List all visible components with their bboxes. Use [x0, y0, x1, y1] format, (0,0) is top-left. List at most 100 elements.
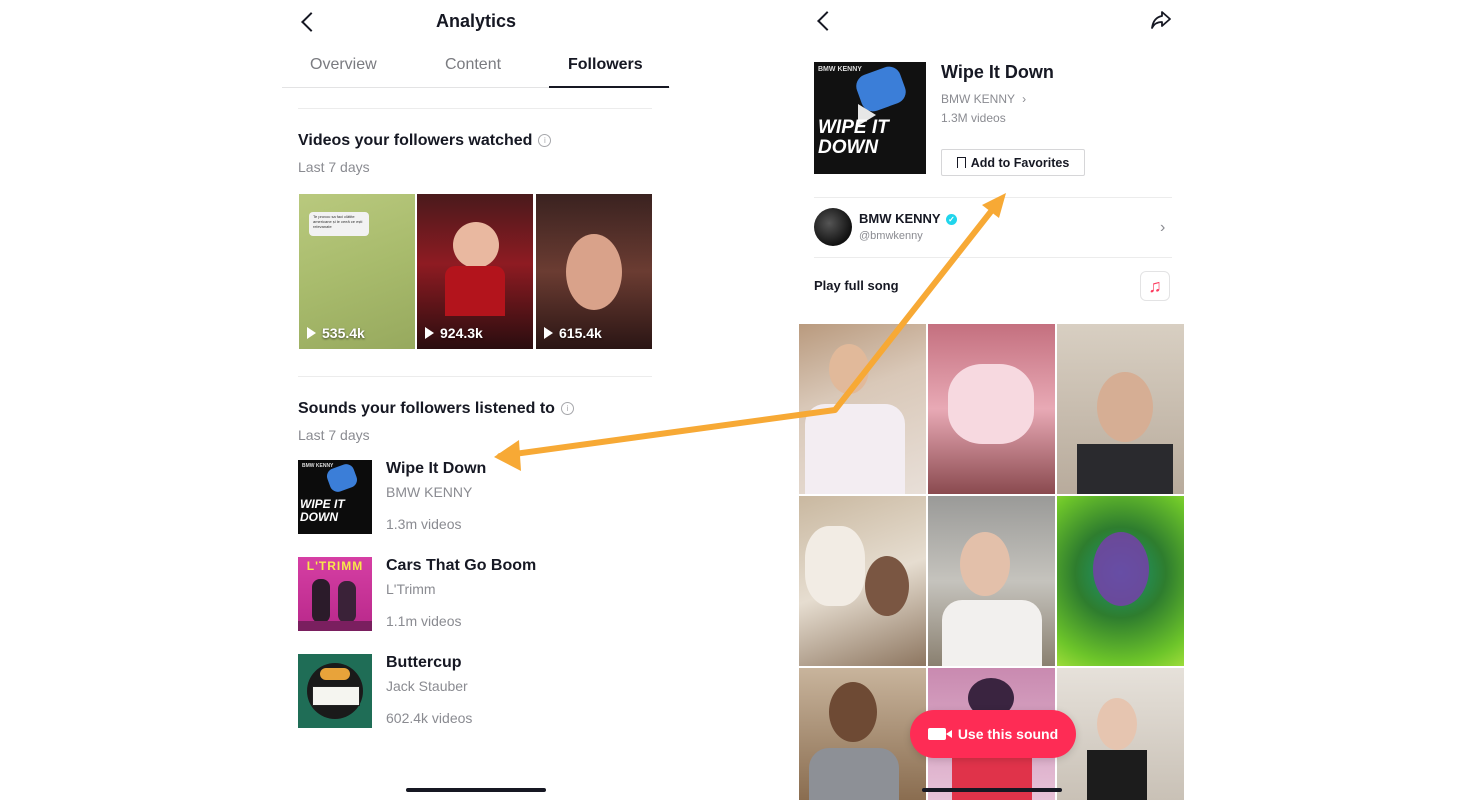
use-sound-label: Use this sound: [957, 726, 1059, 742]
record-label-shape: [320, 668, 350, 680]
sound-artist[interactable]: BMW KENNY ›: [941, 92, 1026, 106]
videos-section-subtitle: Last 7 days: [298, 159, 370, 175]
video-thumbnail[interactable]: 615.4k: [536, 194, 652, 349]
view-count: 535.4k: [322, 325, 365, 341]
sound-list-item[interactable]: Buttercup Jack Stauber 602.4k videos: [298, 654, 658, 730]
sound-artist: L'Trimm: [386, 581, 436, 597]
clothing-shape: [1077, 444, 1173, 494]
sound-video-count: 602.4k videos: [386, 710, 473, 726]
sound-title: Wipe It Down: [386, 460, 487, 477]
sound-title: Buttercup: [386, 654, 462, 671]
video-grid-item[interactable]: [1057, 324, 1184, 494]
sound-cover: BMW KENNY WIPE IT DOWN: [298, 460, 372, 534]
play-icon[interactable]: [858, 104, 876, 126]
sound-artist-text: BMW KENNY: [941, 92, 1015, 106]
sound-artist: Jack Stauber: [386, 678, 468, 694]
home-indicator: [406, 788, 546, 792]
favorite-label: Add to Favorites: [970, 155, 1070, 170]
clothing-shape: [809, 748, 899, 800]
blur-shape: [805, 526, 865, 606]
face-shape: [829, 682, 877, 742]
verified-badge-icon: ✓: [946, 214, 957, 226]
sound-video-count: 1.1m videos: [386, 613, 462, 629]
video-views: 535.4k: [307, 325, 365, 341]
creator-name-text: BMW KENNY: [859, 211, 941, 226]
creator-name[interactable]: BMW KENNY ✓: [859, 211, 957, 226]
camera-icon: [927, 728, 952, 740]
sound-title: Wipe It Down: [941, 62, 1054, 82]
use-this-sound-button[interactable]: Use this sound: [910, 710, 1076, 758]
sound-artist: BMW KENNY: [386, 484, 473, 500]
sound-title: Cars That Go Boom: [386, 557, 537, 574]
divider: [814, 257, 1172, 258]
clothing-shape: [952, 758, 1032, 800]
tab-followers[interactable]: Followers: [568, 56, 643, 74]
face-shape: [1093, 532, 1149, 606]
videos-section-title: Videos your followers watched i: [298, 132, 552, 150]
cover-label: BMW KENNY: [302, 463, 334, 469]
sound-detail-screen: BMW KENNY WIPE IT DOWN Wipe It Down BMW …: [798, 0, 1188, 800]
section-divider: [298, 108, 652, 109]
section-divider: [298, 376, 652, 377]
keyboard-icon: [312, 686, 360, 706]
video-grid-item[interactable]: [928, 324, 1055, 494]
blur-shape: [948, 364, 1034, 444]
album-art: BMW KENNY WIPE IT DOWN: [814, 62, 926, 174]
info-icon[interactable]: i: [538, 134, 552, 148]
home-indicator: [922, 788, 1062, 792]
info-icon[interactable]: i: [560, 402, 574, 416]
face-shape: [865, 556, 909, 616]
sounds-section-subtitle: Last 7 days: [298, 427, 370, 443]
video-views: 924.3k: [425, 325, 483, 341]
video-grid-item[interactable]: [799, 496, 926, 666]
chevron-right-icon[interactable]: ›: [1160, 219, 1165, 237]
bookmark-icon: [956, 157, 966, 168]
back-chevron-icon[interactable]: [817, 11, 837, 31]
video-grid-item[interactable]: [1057, 668, 1184, 800]
annotation-arrow: [494, 193, 1006, 471]
hoodie-shape: [445, 266, 505, 316]
view-count: 924.3k: [440, 325, 483, 341]
video-grid-item[interactable]: [1057, 496, 1184, 666]
video-caption: Te provoc sa faci clätite americane și l…: [309, 212, 369, 236]
video-grid-item[interactable]: [799, 324, 926, 494]
avatar[interactable]: [814, 208, 852, 246]
video-thumbnail[interactable]: 924.3k: [417, 194, 533, 349]
sounds-section-title-text: Sounds your followers listened to: [298, 400, 555, 417]
clothing-shape: [1087, 750, 1147, 800]
clothing-shape: [805, 404, 905, 494]
figure-shape: [338, 581, 356, 623]
cover-strip: [298, 621, 372, 631]
active-tab-indicator: [549, 86, 669, 88]
tab-overview[interactable]: Overview: [310, 56, 377, 74]
face-shape: [960, 532, 1010, 596]
video-grid-item[interactable]: [799, 668, 926, 800]
face-shape: [566, 234, 622, 310]
divider: [814, 197, 1172, 198]
videos-section-title-text: Videos your followers watched: [298, 132, 533, 149]
sound-video-count: 1.3m videos: [386, 516, 462, 532]
sound-cover: [298, 654, 372, 728]
creator-handle: @bmwkenny: [859, 230, 923, 242]
play-full-song-label[interactable]: Play full song: [814, 278, 899, 293]
add-to-favorites-button[interactable]: Add to Favorites: [941, 149, 1085, 176]
sounds-section-title: Sounds your followers listened to i: [298, 400, 574, 418]
sound-list-item[interactable]: BMW KENNY WIPE IT DOWN Wipe It Down BMW …: [298, 460, 658, 536]
play-icon: [307, 327, 316, 339]
cover-label: L'TRIMM: [306, 559, 364, 573]
face-shape: [453, 222, 499, 268]
share-icon[interactable]: [1150, 10, 1172, 30]
sound-list-item[interactable]: L'TRIMM Cars That Go Boom L'Trimm 1.1m v…: [298, 557, 658, 633]
tab-content[interactable]: Content: [445, 56, 501, 74]
video-views: 615.4k: [544, 325, 602, 341]
play-icon: [425, 327, 434, 339]
view-count: 615.4k: [559, 325, 602, 341]
sound-cover: L'TRIMM: [298, 557, 372, 631]
video-grid-item[interactable]: [928, 496, 1055, 666]
page-title: Analytics: [435, 11, 517, 31]
analytics-screen: Analytics Overview Content Followers Vid…: [280, 0, 672, 800]
video-count: 1.3M videos: [941, 111, 1006, 125]
face-shape: [829, 344, 869, 394]
apple-music-icon[interactable]: ♫: [1140, 271, 1170, 301]
video-thumbnail[interactable]: Te provoc sa faci clätite americane și l…: [299, 194, 415, 349]
